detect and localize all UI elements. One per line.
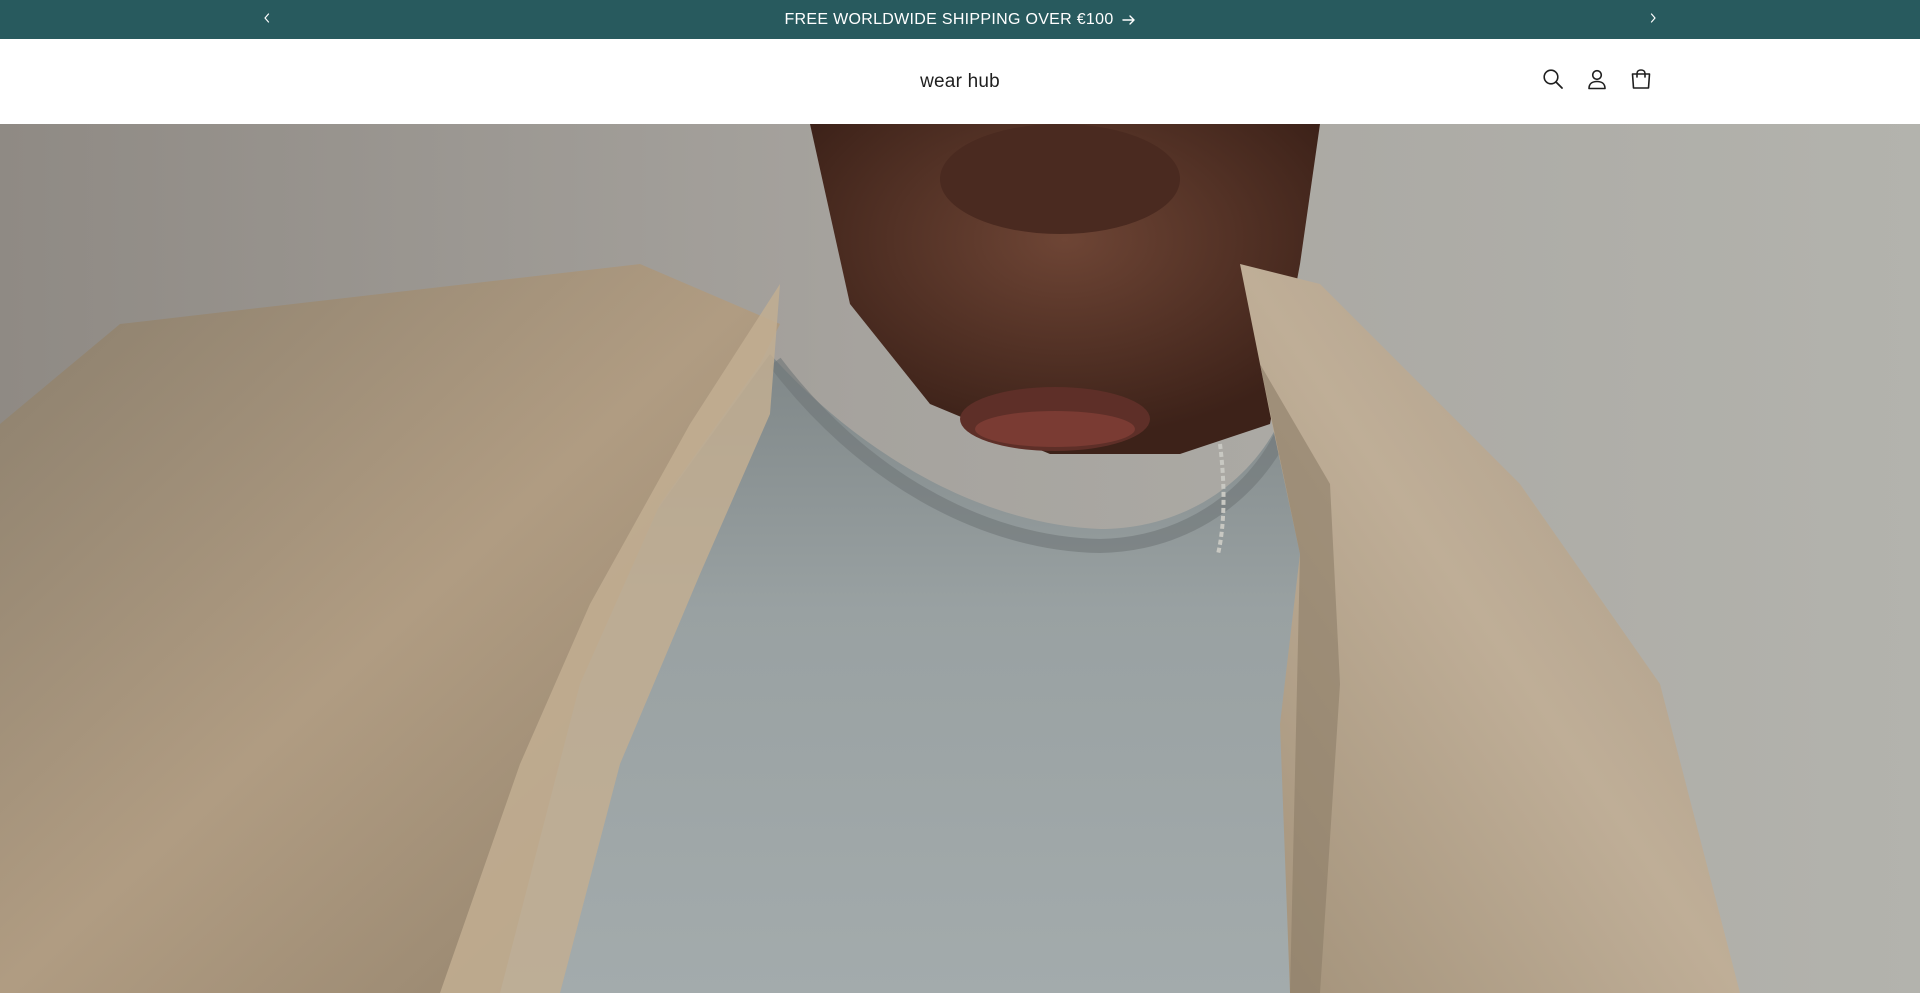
hero-image [0,124,1920,993]
announcement-next-button[interactable] [1631,0,1675,39]
search-button[interactable] [1531,59,1575,103]
account-icon [1586,68,1608,95]
cart-icon [1630,68,1652,95]
chevron-right-icon [1648,11,1658,29]
account-button[interactable] [1575,59,1619,103]
site-logo[interactable]: wear hub [860,39,1060,124]
search-icon [1542,68,1564,95]
site-header: wear hub [0,39,1920,124]
hero-banner [0,124,1920,993]
announcement-bar: FREE WORLDWIDE SHIPPING OVER €100 [0,0,1920,39]
arrow-right-icon [1121,14,1136,26]
announcement-text: FREE WORLDWIDE SHIPPING OVER €100 [784,10,1114,28]
cart-button[interactable] [1619,59,1663,103]
